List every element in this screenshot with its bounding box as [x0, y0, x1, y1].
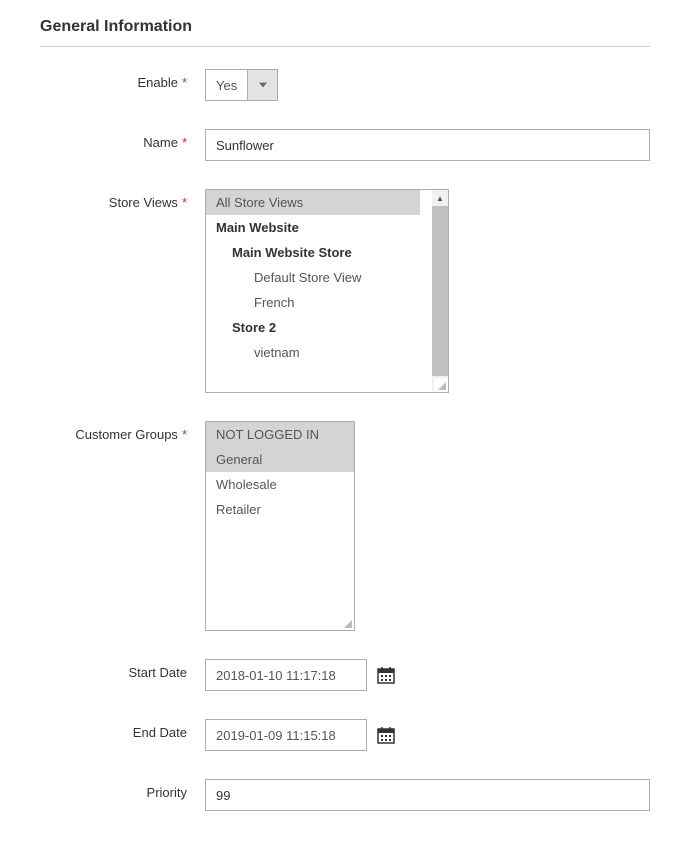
enable-select[interactable]: Yes [205, 69, 278, 101]
scrollbar-thumb[interactable] [432, 206, 448, 376]
customer-groups-multiselect[interactable]: NOT LOGGED INGeneralWholesaleRetailer [205, 421, 355, 631]
required-marker: * [182, 427, 187, 442]
store-view-option[interactable]: vietnam [206, 340, 420, 365]
resize-handle[interactable] [340, 616, 354, 630]
end-date-label: End Date [40, 719, 205, 740]
customer-group-option[interactable]: Wholesale [206, 472, 354, 497]
required-marker: * [182, 195, 187, 210]
calendar-icon[interactable] [377, 726, 395, 744]
customer-group-option[interactable]: NOT LOGGED IN [206, 422, 354, 447]
enable-label: Enable* [40, 69, 205, 90]
field-priority: Priority [40, 779, 650, 811]
resize-handle[interactable] [434, 378, 448, 392]
end-date-input[interactable] [205, 719, 367, 751]
name-input[interactable] [205, 129, 650, 161]
field-end-date: End Date [40, 719, 650, 751]
store-view-option: Store 2 [206, 315, 420, 340]
customer-groups-label: Customer Groups* [40, 421, 205, 442]
store-view-option: Main Website Store [206, 240, 420, 265]
required-marker: * [182, 75, 187, 90]
chevron-down-icon[interactable] [247, 70, 277, 100]
required-marker: * [182, 135, 187, 150]
store-views-label: Store Views* [40, 189, 205, 210]
store-view-option[interactable]: Default Store View [206, 265, 420, 290]
section-title: General Information [40, 10, 650, 47]
field-enable: Enable* Yes [40, 69, 650, 101]
store-view-option[interactable]: All Store Views [206, 190, 420, 215]
field-store-views: Store Views* All Store ViewsMain Website… [40, 189, 650, 393]
start-date-label: Start Date [40, 659, 205, 680]
store-view-option[interactable]: French [206, 290, 420, 315]
scroll-up-icon[interactable]: ▲ [432, 190, 448, 206]
customer-group-option[interactable]: Retailer [206, 497, 354, 522]
field-name: Name* [40, 129, 650, 161]
field-customer-groups: Customer Groups* NOT LOGGED INGeneralWho… [40, 421, 650, 631]
enable-value: Yes [206, 70, 247, 100]
customer-group-option[interactable]: General [206, 447, 354, 472]
calendar-icon[interactable] [377, 666, 395, 684]
scrollbar-track[interactable]: ▲ ▼ [432, 190, 448, 392]
start-date-input[interactable] [205, 659, 367, 691]
priority-label: Priority [40, 779, 205, 800]
priority-input[interactable] [205, 779, 650, 811]
store-view-option: Main Website [206, 215, 420, 240]
name-label: Name* [40, 129, 205, 150]
store-views-multiselect[interactable]: All Store ViewsMain WebsiteMain Website … [205, 189, 449, 393]
field-start-date: Start Date [40, 659, 650, 691]
